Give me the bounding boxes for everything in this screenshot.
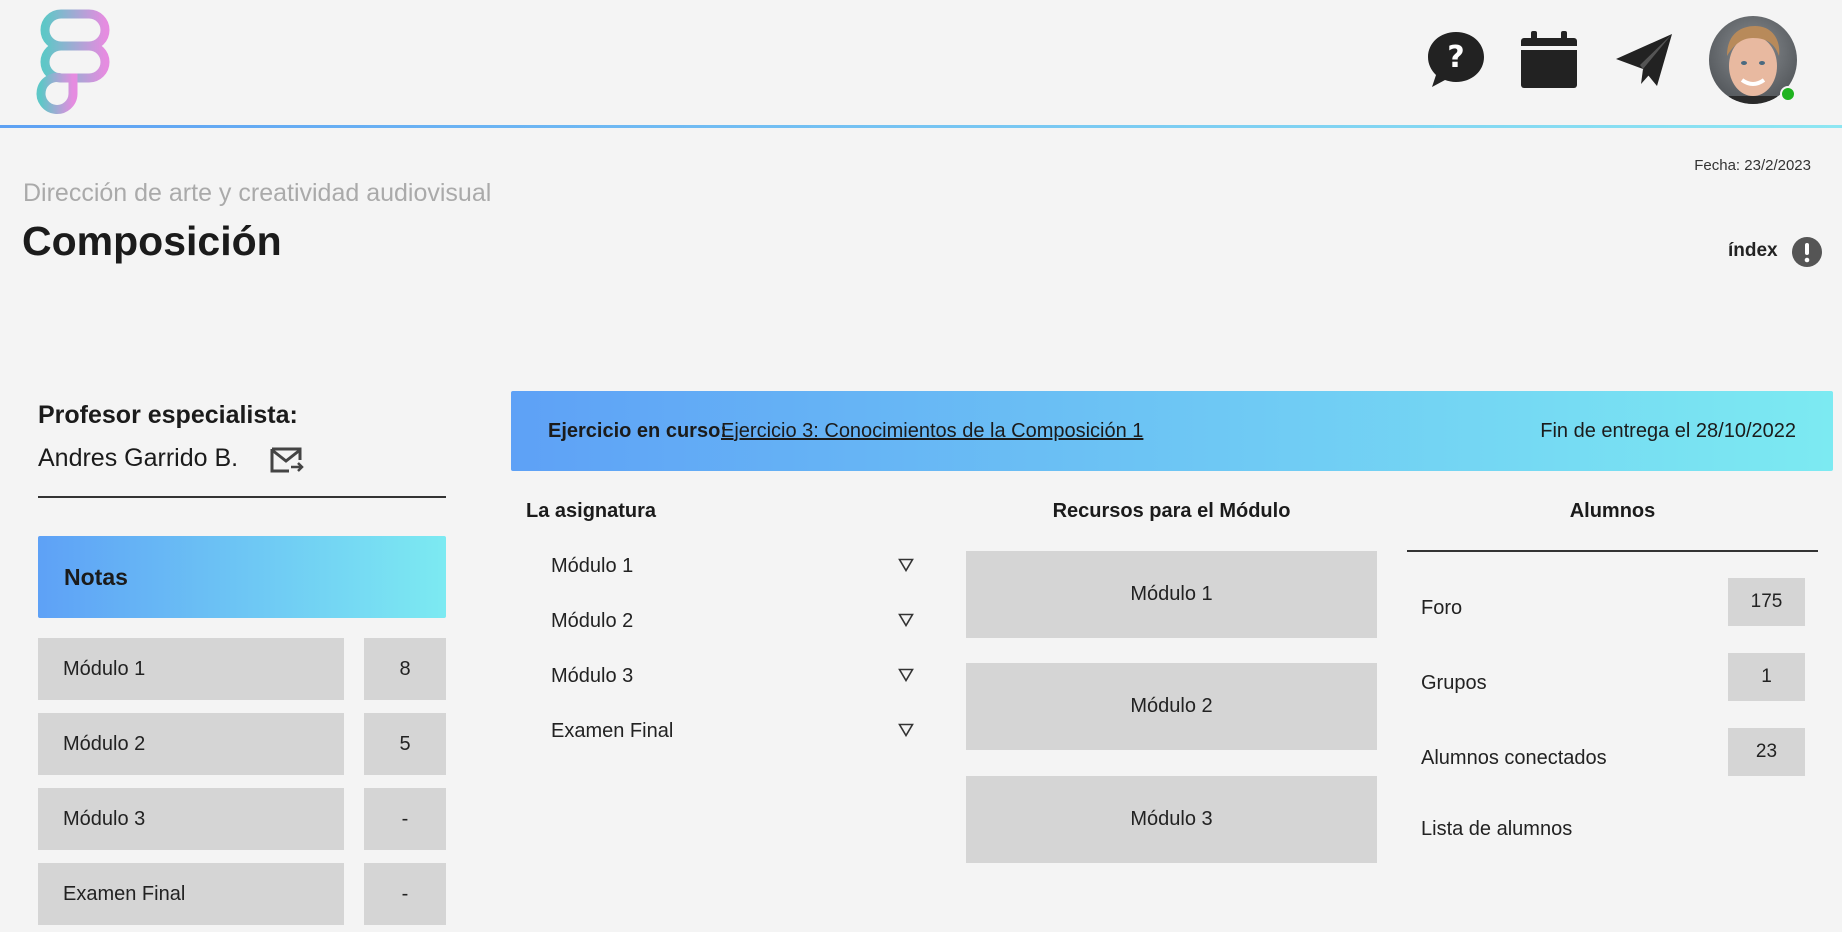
figma-logo-icon[interactable] [34,9,112,115]
grade-label: Módulo 1 [63,658,146,680]
grade-row-value: - [364,788,446,850]
subject-item-label: Módulo 3 [551,665,634,687]
resource-label: Módulo 1 [1130,583,1213,605]
teacher-label: Profesor especialista: [38,401,298,429]
subject-item-label: Módulo 2 [551,610,634,632]
page-title: Composición [22,218,282,264]
count-value: 175 [1750,591,1783,612]
count-value: 23 [1755,741,1778,762]
header-divider [0,125,1842,128]
online-status-indicator [1780,86,1796,102]
grades-title: Notas [64,564,128,590]
students-divider [1407,550,1818,552]
subject-item-label: Módulo 1 [551,555,634,577]
exercise-deadline: Fin de entrega el 28/10/2022 [1540,420,1796,442]
subject-item[interactable]: Módulo 1 [551,555,921,585]
teacher-divider [38,496,446,498]
grade-value: 8 [399,658,411,680]
grade-value: - [401,883,409,905]
alert-icon[interactable] [1791,236,1823,268]
subject-item-label: Examen Final [551,720,674,742]
triangle-down-icon[interactable] [898,613,914,627]
subject-item[interactable]: Módulo 3 [551,665,921,695]
subject-item[interactable]: Módulo 2 [551,610,921,640]
triangle-down-icon[interactable] [898,558,914,572]
students-title: Alumnos [1569,500,1656,522]
exercise-label: Ejercicio en curso: [548,420,727,442]
paper-plane-icon[interactable] [1613,29,1675,91]
grade-label: Módulo 3 [63,808,146,830]
grade-row-value: 5 [364,713,446,775]
resource-module-button[interactable]: Módulo 3 [966,776,1377,863]
help-chat-icon[interactable]: ? [1425,29,1487,91]
svg-text:?: ? [1447,40,1464,75]
connected-students-link[interactable]: Alumnos conectados [1421,747,1607,770]
grade-row-name: Módulo 2 [38,713,344,775]
grade-label: Examen Final [63,883,186,905]
grade-row-name: Examen Final [38,863,344,925]
grade-row-value: - [364,863,446,925]
resource-label: Módulo 2 [1130,695,1213,717]
resource-label: Módulo 3 [1130,808,1213,830]
triangle-down-icon[interactable] [898,723,914,737]
connected-count: 23 [1728,728,1805,776]
current-exercise-banner: Ejercicio en curso: Ejercicio 3: Conocim… [511,391,1833,471]
grade-label: Módulo 2 [63,733,146,755]
resources-title: Recursos para el Módulo [1052,500,1291,522]
exercise-link[interactable]: Ejercicio 3: Conocimientos de la Composi… [721,420,1143,443]
subject-title: La asignatura [526,500,657,522]
groups-link[interactable]: Grupos [1421,672,1487,695]
send-mail-icon[interactable] [269,445,305,475]
grade-row-name: Módulo 1 [38,638,344,700]
grade-row-name: Módulo 3 [38,788,344,850]
grade-value: - [401,808,409,830]
current-date: Fecha: 23/2/2023 [1694,157,1811,174]
groups-count: 1 [1728,653,1805,701]
teacher-name: Andres Garrido B. [38,444,239,472]
course-subtitle: Dirección de arte y creatividad audiovis… [23,179,492,207]
resource-module-button[interactable]: Módulo 2 [966,663,1377,750]
calendar-icon[interactable] [1518,29,1580,91]
grade-value: 5 [399,733,411,755]
subject-item[interactable]: Examen Final [551,720,921,750]
index-link[interactable]: índex [1728,240,1778,262]
grades-header: Notas [38,536,446,618]
student-list-link[interactable]: Lista de alumnos [1421,818,1572,841]
forum-link[interactable]: Foro [1421,597,1462,620]
count-value: 1 [1761,666,1772,687]
resource-module-button[interactable]: Módulo 1 [966,551,1377,638]
triangle-down-icon[interactable] [898,668,914,682]
forum-count: 175 [1728,578,1805,626]
grade-row-value: 8 [364,638,446,700]
